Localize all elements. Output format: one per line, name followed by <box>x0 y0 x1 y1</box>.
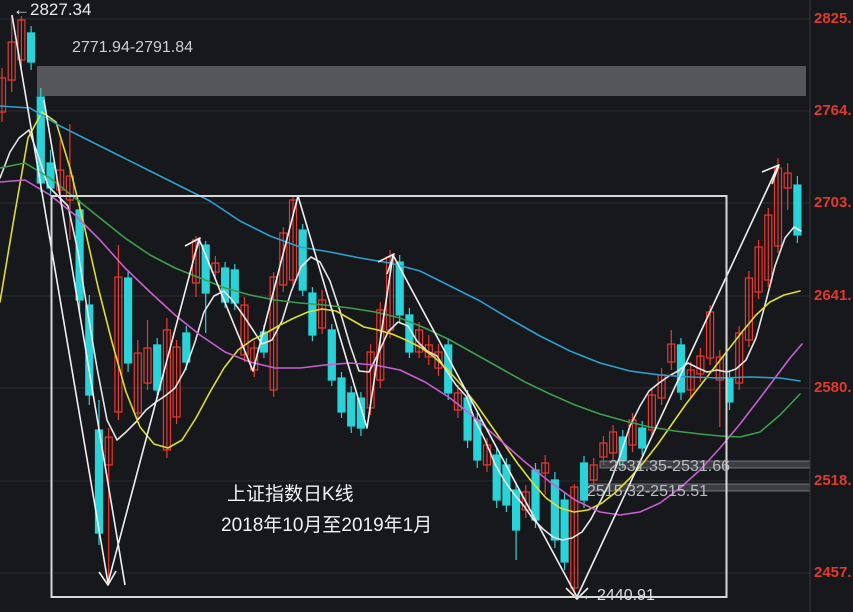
support-zone2-label: 2515.32-2515.51 <box>587 483 708 501</box>
support-zone1-label: 2531.35-2531.66 <box>609 458 730 476</box>
chart-title: 上证指数日K线 <box>227 485 354 506</box>
axis-price-label: 2457. <box>814 564 852 581</box>
candlestick-series[interactable] <box>0 16 801 596</box>
axis-price-label: 2703. <box>814 194 852 211</box>
resistance-zone-label: 2771.94-2791.84 <box>72 39 193 57</box>
high-price-label: ←2827.34 <box>13 1 91 20</box>
axis-price-label: 2825. <box>814 10 852 27</box>
price-zone-bands <box>37 66 810 491</box>
chart-period: 2018年10月至2019年1月 <box>221 516 432 537</box>
kline-chart-window: ←2827.34 2771.94-2791.84 上证指数日K线 2018年10… <box>0 0 853 612</box>
low-price-label: ←2440.91 <box>581 587 655 605</box>
axis-price-label: 2764. <box>814 102 852 119</box>
axis-price-label: 2641. <box>814 287 852 304</box>
axis-price-label: 2518. <box>814 472 852 489</box>
axis-price-label: 2580. <box>814 379 852 396</box>
